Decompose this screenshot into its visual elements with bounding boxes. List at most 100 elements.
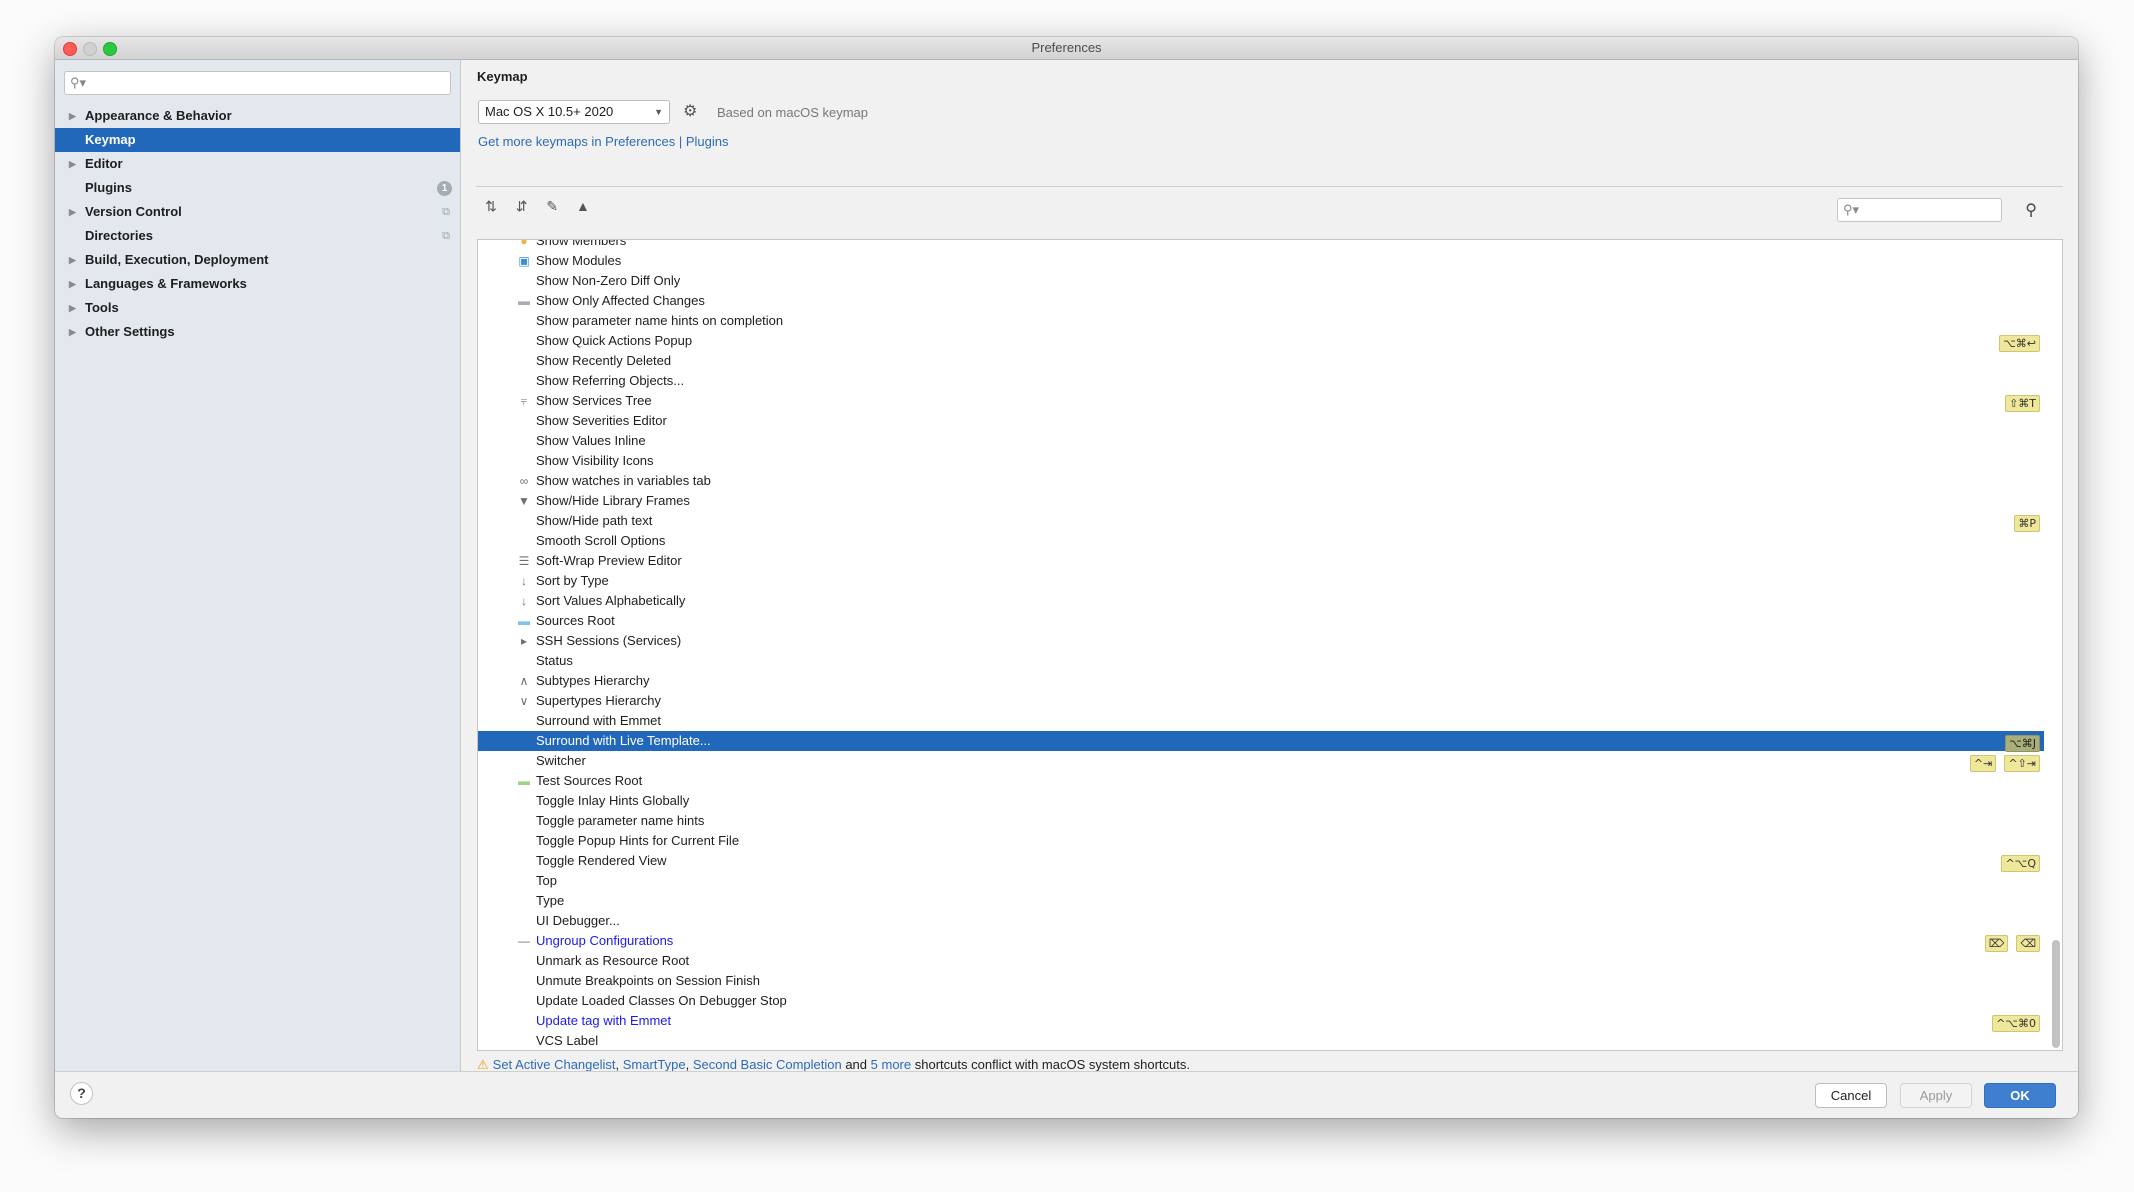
action-row[interactable]: ↓ Sort by Type: [478, 571, 2044, 591]
expand-arrow-icon[interactable]: ▶: [69, 200, 76, 224]
action-search-input[interactable]: ⚲▾: [1837, 198, 2002, 222]
action-row[interactable]: Smooth Scroll Options: [478, 531, 2044, 551]
action-name: Sort by Type: [536, 573, 609, 588]
action-name: Surround with Emmet: [536, 713, 661, 728]
vertical-scrollbar[interactable]: [2052, 940, 2060, 1048]
action-name: Show parameter name hints on completion: [536, 313, 784, 328]
shortcut-badge: ^⇥: [1969, 755, 1997, 772]
action-row[interactable]: Show Non-Zero Diff Only: [478, 271, 2044, 291]
zoom-window-button[interactable]: [103, 42, 117, 56]
action-name: Toggle Popup Hints for Current File: [536, 833, 740, 848]
ok-button[interactable]: OK: [1984, 1083, 2056, 1108]
action-row[interactable]: ▸ SSH Sessions (Services): [478, 631, 2044, 651]
action-row[interactable]: ∧ Subtypes Hierarchy: [478, 671, 2044, 691]
sidebar-item-languages-frameworks[interactable]: ▶ Languages & Frameworks: [55, 272, 460, 296]
action-row[interactable]: Show Visibility Icons: [478, 451, 2044, 471]
sidebar-item-label: Languages & Frameworks: [85, 276, 247, 291]
expand-all-icon[interactable]: ⇅: [481, 198, 501, 215]
action-name: Type: [536, 893, 565, 908]
action-row[interactable]: ☰ Soft-Wrap Preview Editor: [478, 551, 2044, 571]
more-conflicts-link[interactable]: 5 more: [871, 1057, 911, 1072]
action-row[interactable]: Show Quick Actions Popup ⌥⌘↩: [478, 331, 2044, 352]
cancel-button[interactable]: Cancel: [1815, 1083, 1887, 1108]
action-row[interactable]: Surround with Emmet: [478, 711, 2044, 731]
action-name: Show Only Affected Changes: [536, 293, 705, 308]
action-row[interactable]: Show/Hide path text ⌘P: [478, 511, 2044, 532]
find-by-shortcut-icon[interactable]: ⚲: [2025, 200, 2037, 220]
action-row[interactable]: Show parameter name hints on completion: [478, 311, 2044, 331]
minimize-window-button[interactable]: [83, 42, 97, 56]
action-row[interactable]: ▬ Sources Root: [478, 611, 2044, 631]
get-more-keymaps-link[interactable]: Get more keymaps in Preferences | Plugin…: [478, 134, 729, 149]
filter-icon: ▼: [518, 494, 530, 508]
action-row[interactable]: UI Debugger...: [478, 911, 2044, 931]
sidebar-item-build-execution-deployment[interactable]: ▶ Build, Execution, Deployment: [55, 248, 460, 272]
action-row[interactable]: Unmute Breakpoints on Session Finish: [478, 971, 2044, 991]
action-name: Show Members: [536, 239, 627, 248]
action-row[interactable]: ∨ Supertypes Hierarchy: [478, 691, 2044, 711]
expand-arrow-icon[interactable]: ▶: [69, 152, 76, 176]
apply-button[interactable]: Apply: [1900, 1083, 1972, 1108]
gear-icon[interactable]: ⚙: [683, 101, 697, 121]
conflict-link[interactable]: Set Active Changelist: [493, 1057, 616, 1072]
action-row[interactable]: ▬ Show Only Affected Changes: [478, 291, 2044, 311]
collapse-all-icon[interactable]: ⇵: [512, 198, 532, 215]
action-row[interactable]: Unmark as Resource Root: [478, 951, 2044, 971]
sources-folder-icon: ▬: [518, 614, 530, 628]
action-row[interactable]: Show Severities Editor: [478, 411, 2044, 431]
action-row[interactable]: Status: [478, 651, 2044, 671]
sidebar-item-editor[interactable]: ▶ Editor: [55, 152, 460, 176]
soft-wrap-icon: ☰: [518, 554, 530, 568]
action-row[interactable]: ▣ Show Modules: [478, 251, 2044, 271]
action-row[interactable]: Toggle Inlay Hints Globally: [478, 791, 2044, 811]
action-row[interactable]: VCS Label: [478, 1031, 2044, 1050]
sidebar-item-version-control[interactable]: ▶ Version Control ⧉: [55, 200, 460, 224]
action-name: Show/Hide path text: [536, 513, 653, 528]
expand-arrow-icon[interactable]: ▶: [69, 248, 76, 272]
action-row[interactable]: ● Show Members: [478, 239, 2044, 251]
action-row[interactable]: — Ungroup Configurations ⌦ ⌫: [478, 931, 2044, 952]
sidebar-item-appearance-behavior[interactable]: ▶ Appearance & Behavior: [55, 104, 460, 128]
action-row[interactable]: Toggle Popup Hints for Current File: [478, 831, 2044, 851]
action-name: SSH Sessions (Services): [536, 633, 682, 648]
action-row[interactable]: Show Referring Objects...: [478, 371, 2044, 391]
conflict-link[interactable]: Second Basic Completion: [693, 1057, 842, 1072]
shortcut-badge: ^⌥Q: [2001, 855, 2040, 872]
dialog-footer: ? Cancel Apply OK: [55, 1071, 2078, 1118]
settings-search-input[interactable]: ⚲▾: [64, 71, 451, 95]
close-window-button[interactable]: [63, 42, 77, 56]
action-row[interactable]: ⫧ Show Services Tree ⇧⌘T: [478, 391, 2044, 412]
sidebar-item-directories[interactable]: Directories ⧉: [55, 224, 460, 248]
action-row[interactable]: ↓ Sort Values Alphabetically: [478, 591, 2044, 611]
expand-arrow-icon[interactable]: ▶: [69, 296, 76, 320]
help-button[interactable]: ?: [70, 1082, 93, 1105]
action-row[interactable]: Type: [478, 891, 2044, 911]
update-count-badge: 1: [437, 181, 452, 196]
action-row[interactable]: ▼ Show/Hide Library Frames: [478, 491, 2044, 511]
expand-arrow-icon[interactable]: ▶: [69, 320, 76, 344]
expand-arrow-icon[interactable]: ▶: [69, 104, 76, 128]
action-row[interactable]: Top: [478, 871, 2044, 891]
action-row[interactable]: Show Recently Deleted: [478, 351, 2044, 371]
action-row[interactable]: ▬ Test Sources Root: [478, 771, 2044, 791]
pencil-icon[interactable]: ✎: [542, 198, 562, 215]
sidebar-item-tools[interactable]: ▶ Tools: [55, 296, 460, 320]
sidebar-item-other-settings[interactable]: ▶ Other Settings: [55, 320, 460, 344]
warning-icon[interactable]: ▲: [573, 198, 593, 214]
action-name: Update Loaded Classes On Debugger Stop: [536, 993, 787, 1008]
shortcut-list: ^⇥ ^⇧⇥: [1962, 753, 2040, 772]
action-row[interactable]: ∞ Show watches in variables tab: [478, 471, 2044, 491]
action-row[interactable]: Switcher ^⇥ ^⇧⇥: [478, 751, 2044, 772]
action-row[interactable]: Update Loaded Classes On Debugger Stop: [478, 991, 2044, 1011]
conflict-link[interactable]: SmartType: [623, 1057, 686, 1072]
expand-arrow-icon[interactable]: ▶: [69, 272, 76, 296]
action-name: Show Services Tree: [536, 393, 652, 408]
action-row[interactable]: Toggle Rendered View ^⌥Q: [478, 851, 2044, 872]
keymap-select[interactable]: Mac OS X 10.5+ 2020 ▼: [478, 100, 670, 124]
action-row[interactable]: Toggle parameter name hints: [478, 811, 2044, 831]
sidebar-item-keymap[interactable]: Keymap: [55, 128, 460, 152]
action-row[interactable]: Surround with Live Template... ⌥⌘J: [478, 731, 2044, 752]
sidebar-item-plugins[interactable]: Plugins 1: [55, 176, 460, 200]
action-row[interactable]: Update tag with Emmet ^⌥⌘0: [478, 1011, 2044, 1032]
action-row[interactable]: Show Values Inline: [478, 431, 2044, 451]
